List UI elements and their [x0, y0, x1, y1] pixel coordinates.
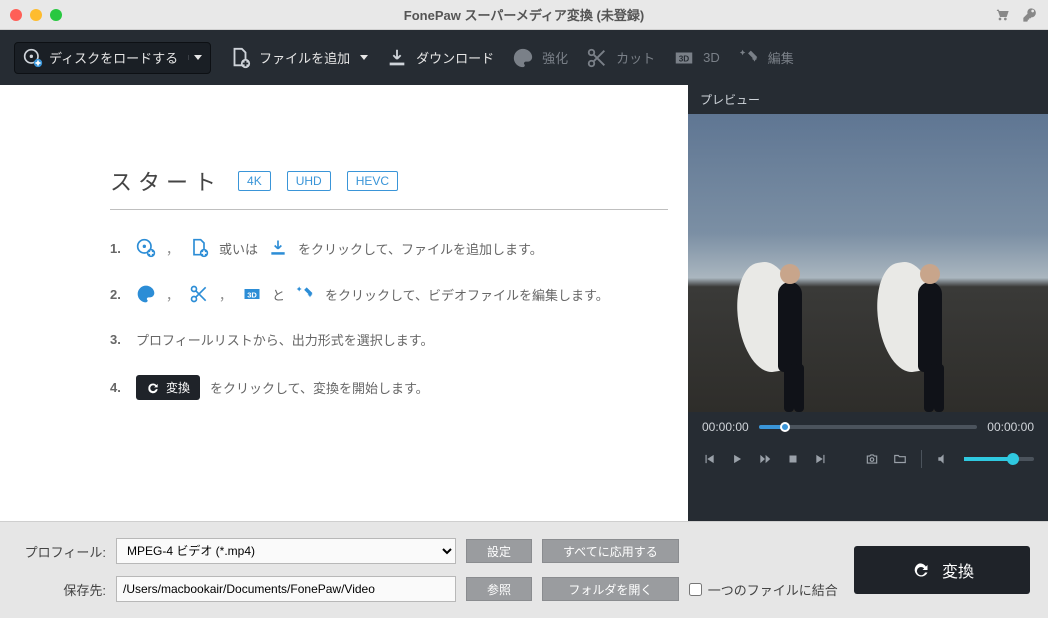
step-3-text: プロフィールリストから、出力形式を選択します。: [136, 330, 433, 349]
time-total: 00:00:00: [987, 420, 1034, 434]
palette-icon: [512, 47, 534, 69]
player-controls: [688, 442, 1048, 480]
preview-title: プレビュー: [688, 85, 1048, 114]
scissors-icon: [586, 47, 608, 69]
3d-icon: 3D: [673, 47, 695, 69]
convert-button-label: 変換: [942, 558, 974, 582]
step-number: 2.: [110, 287, 126, 302]
merge-checkbox-row: 一つのファイルに結合: [689, 580, 838, 599]
wand-icon: [295, 284, 315, 304]
cut-button[interactable]: カット: [586, 47, 655, 69]
divider: [921, 450, 922, 468]
svg-text:3D: 3D: [247, 290, 257, 299]
start-header: スタート 4K UHD HEVC: [110, 165, 668, 210]
surfer-figure: [888, 212, 978, 412]
download-label: ダウンロード: [416, 48, 494, 67]
download-button[interactable]: ダウンロード: [386, 47, 494, 69]
start-heading: スタート: [110, 165, 222, 197]
chevron-down-icon: [360, 55, 368, 60]
step-number: 3.: [110, 332, 126, 347]
scissors-icon: [189, 284, 209, 304]
file-add-icon: [229, 47, 251, 69]
wand-icon: [738, 47, 760, 69]
badge-uhd: UHD: [287, 171, 331, 191]
folder-icon[interactable]: [893, 452, 907, 466]
chevron-down-icon: [194, 55, 202, 60]
merge-checkbox[interactable]: [689, 583, 702, 596]
window-title: FonePaw スーパーメディア変換 (未登録): [0, 5, 1048, 24]
browse-button[interactable]: 参照: [466, 577, 532, 601]
bottom-bar: プロフィール: MPEG-4 ビデオ (*.mp4) 設定 すべてに応用する 保…: [0, 521, 1048, 618]
step-1-text: をクリックして、ファイルを追加します。: [298, 239, 543, 258]
profile-select[interactable]: MPEG-4 ビデオ (*.mp4): [116, 538, 456, 564]
preview-image: [688, 114, 1048, 412]
download-icon: [386, 47, 408, 69]
profile-label: プロフィール:: [18, 542, 106, 561]
svg-text:3D: 3D: [679, 54, 690, 63]
volume-slider[interactable]: [964, 457, 1034, 461]
seek-slider[interactable]: [759, 425, 978, 429]
destination-label: 保存先:: [18, 580, 106, 599]
badge-hevc: HEVC: [347, 171, 398, 191]
play-icon[interactable]: [730, 452, 744, 466]
time-current: 00:00:00: [702, 420, 749, 434]
enhance-button[interactable]: 強化: [512, 47, 568, 69]
add-file-label: ファイルを追加: [259, 48, 350, 67]
edit-label: 編集: [768, 48, 794, 67]
download-icon: [268, 238, 288, 258]
step-number: 1.: [110, 241, 126, 256]
main-panel: スタート 4K UHD HEVC 1. ， 或いは をクリックして、ファイルを追…: [0, 85, 688, 521]
add-file-button[interactable]: ファイルを追加: [229, 47, 368, 69]
convert-pill-label: 変換: [166, 379, 190, 396]
snapshot-icon[interactable]: [865, 452, 879, 466]
badge-4k: 4K: [238, 171, 271, 191]
time-row: 00:00:00 00:00:00: [688, 412, 1048, 442]
refresh-icon: [146, 381, 160, 395]
palette-icon: [136, 284, 156, 304]
3d-icon: 3D: [242, 284, 262, 304]
stop-icon[interactable]: [786, 452, 800, 466]
file-add-icon: [189, 238, 209, 258]
load-disk-button[interactable]: ディスクをロードする: [14, 42, 211, 74]
prev-icon[interactable]: [702, 452, 716, 466]
or-label: 或いは: [219, 239, 258, 258]
edit-button[interactable]: 編集: [738, 47, 794, 69]
convert-button[interactable]: 変換: [854, 546, 1030, 594]
main-toolbar: ディスクをロードする ファイルを追加 ダウンロード 強化 カット 3D 3D 編…: [0, 30, 1048, 85]
load-disk-label: ディスクをロードする: [49, 48, 178, 67]
cut-label: カット: [616, 48, 655, 67]
volume-icon[interactable]: [936, 452, 950, 466]
step-3: 3. プロフィールリストから、出力形式を選択します。: [110, 330, 668, 349]
and-label: と: [272, 285, 285, 304]
refresh-icon: [910, 560, 930, 580]
3d-label: 3D: [703, 50, 720, 65]
apply-all-button[interactable]: すべてに応用する: [542, 539, 679, 563]
window-titlebar: FonePaw スーパーメディア変換 (未登録): [0, 0, 1048, 30]
step-1: 1. ， 或いは をクリックして、ファイルを追加します。: [110, 238, 668, 258]
destination-input[interactable]: [116, 576, 456, 602]
disc-add-icon: [23, 48, 43, 68]
enhance-label: 強化: [542, 48, 568, 67]
step-4-text: をクリックして、変換を開始します。: [210, 378, 429, 397]
disc-add-icon: [136, 238, 156, 258]
step-number: 4.: [110, 380, 126, 395]
step-4: 4. 変換 をクリックして、変換を開始します。: [110, 375, 668, 400]
3d-button[interactable]: 3D 3D: [673, 47, 720, 69]
fast-forward-icon[interactable]: [758, 452, 772, 466]
step-2-text: をクリックして、ビデオファイルを編集します。: [325, 285, 609, 304]
step-2: 2. ， ， 3D と をクリックして、ビデオファイルを編集します。: [110, 284, 668, 304]
surfer-figure: [748, 212, 838, 412]
preview-panel: プレビュー 00:00:00 00:00:00: [688, 85, 1048, 521]
settings-button[interactable]: 設定: [466, 539, 532, 563]
merge-label: 一つのファイルに結合: [708, 580, 838, 599]
next-icon[interactable]: [814, 452, 828, 466]
open-folder-button[interactable]: フォルダを開く: [542, 577, 679, 601]
convert-pill: 変換: [136, 375, 200, 400]
